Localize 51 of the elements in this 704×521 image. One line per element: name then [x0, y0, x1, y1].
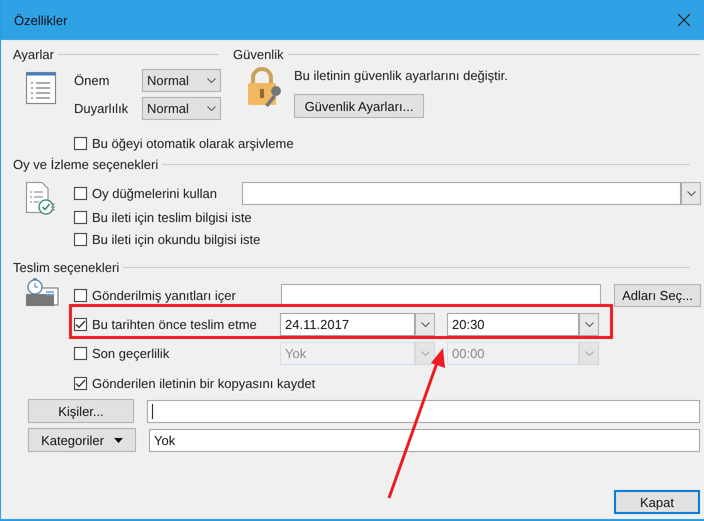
chevron-down-icon — [207, 106, 216, 111]
dropdown-button[interactable] — [681, 182, 701, 204]
chevron-down-icon — [584, 322, 594, 326]
chevron-down-icon — [207, 78, 216, 83]
combo-field[interactable]: 20:30 — [447, 312, 579, 336]
contacts-field[interactable] — [147, 400, 700, 422]
security-description: Bu iletinin güvenlik ayarlarını değiştir. — [294, 68, 508, 82]
checkbox-label: Gönderilen iletinin bir kopyasını kaydet — [92, 376, 316, 390]
combo-field[interactable]: 24.11.2017 — [280, 312, 415, 336]
section-heading: Teslim seçenekleri — [13, 260, 120, 274]
dropdown-button[interactable] — [579, 312, 599, 336]
checkbox[interactable] — [74, 318, 87, 330]
categories-button[interactable]: Kategoriler — [28, 428, 136, 452]
chevron-down-icon — [686, 190, 696, 196]
window-title: Özellikler — [14, 12, 68, 28]
checkbox-label: Son geçerlilik — [92, 346, 170, 361]
chevron-down-icon — [420, 322, 430, 326]
close-dialog-button[interactable]: Kapat — [614, 490, 700, 514]
select-names-button[interactable]: Adları Seç... — [614, 284, 701, 307]
checkbox-label: Bu ileti için okundu bilgisi iste — [92, 232, 260, 246]
dropdown-button[interactable] — [415, 312, 435, 336]
checkbox-label: Gönderilmiş yanıtları içer — [92, 288, 236, 303]
checkbox[interactable] — [74, 136, 87, 150]
field-label: Duyarlılık — [74, 101, 130, 116]
caret-down-icon — [114, 438, 123, 442]
combo-field[interactable] — [242, 182, 681, 204]
checkbox-label: Bu öğeyi otomatik olarak arşivleme — [92, 136, 294, 150]
checkbox[interactable] — [74, 232, 87, 246]
checkbox-label: Oy düğmelerini kullan — [92, 186, 218, 200]
checkbox-label: Bu ileti için teslim bilgisi iste — [92, 210, 252, 224]
importance-dropdown[interactable]: Normal — [142, 69, 221, 92]
text-cursor — [152, 404, 153, 418]
checkbox[interactable] — [74, 289, 87, 302]
checkbox-label: Bu tarihten önce teslim etme — [92, 316, 257, 332]
field-label: Önem — [74, 73, 110, 88]
section-heading: Ayarlar — [13, 46, 54, 62]
checkbox[interactable] — [74, 186, 87, 200]
contacts-button[interactable]: Kişiler... — [28, 399, 134, 423]
chevron-down-icon — [584, 351, 594, 356]
checkbox[interactable] — [74, 210, 87, 224]
dropdown-button[interactable] — [415, 342, 435, 365]
security-settings-button[interactable]: Güvenlik Ayarları... — [294, 94, 424, 118]
checkbox[interactable] — [74, 376, 87, 390]
categories-field[interactable]: Yok — [149, 428, 700, 452]
checklist-icon — [26, 182, 56, 216]
chevron-down-icon — [420, 351, 430, 356]
list-icon — [26, 72, 56, 104]
close-icon — [677, 13, 691, 27]
section-heading: Güvenlik — [233, 46, 284, 62]
section-heading: Oy ve İzleme seçenekleri — [13, 156, 158, 172]
sensitivity-dropdown[interactable]: Normal — [142, 97, 221, 120]
